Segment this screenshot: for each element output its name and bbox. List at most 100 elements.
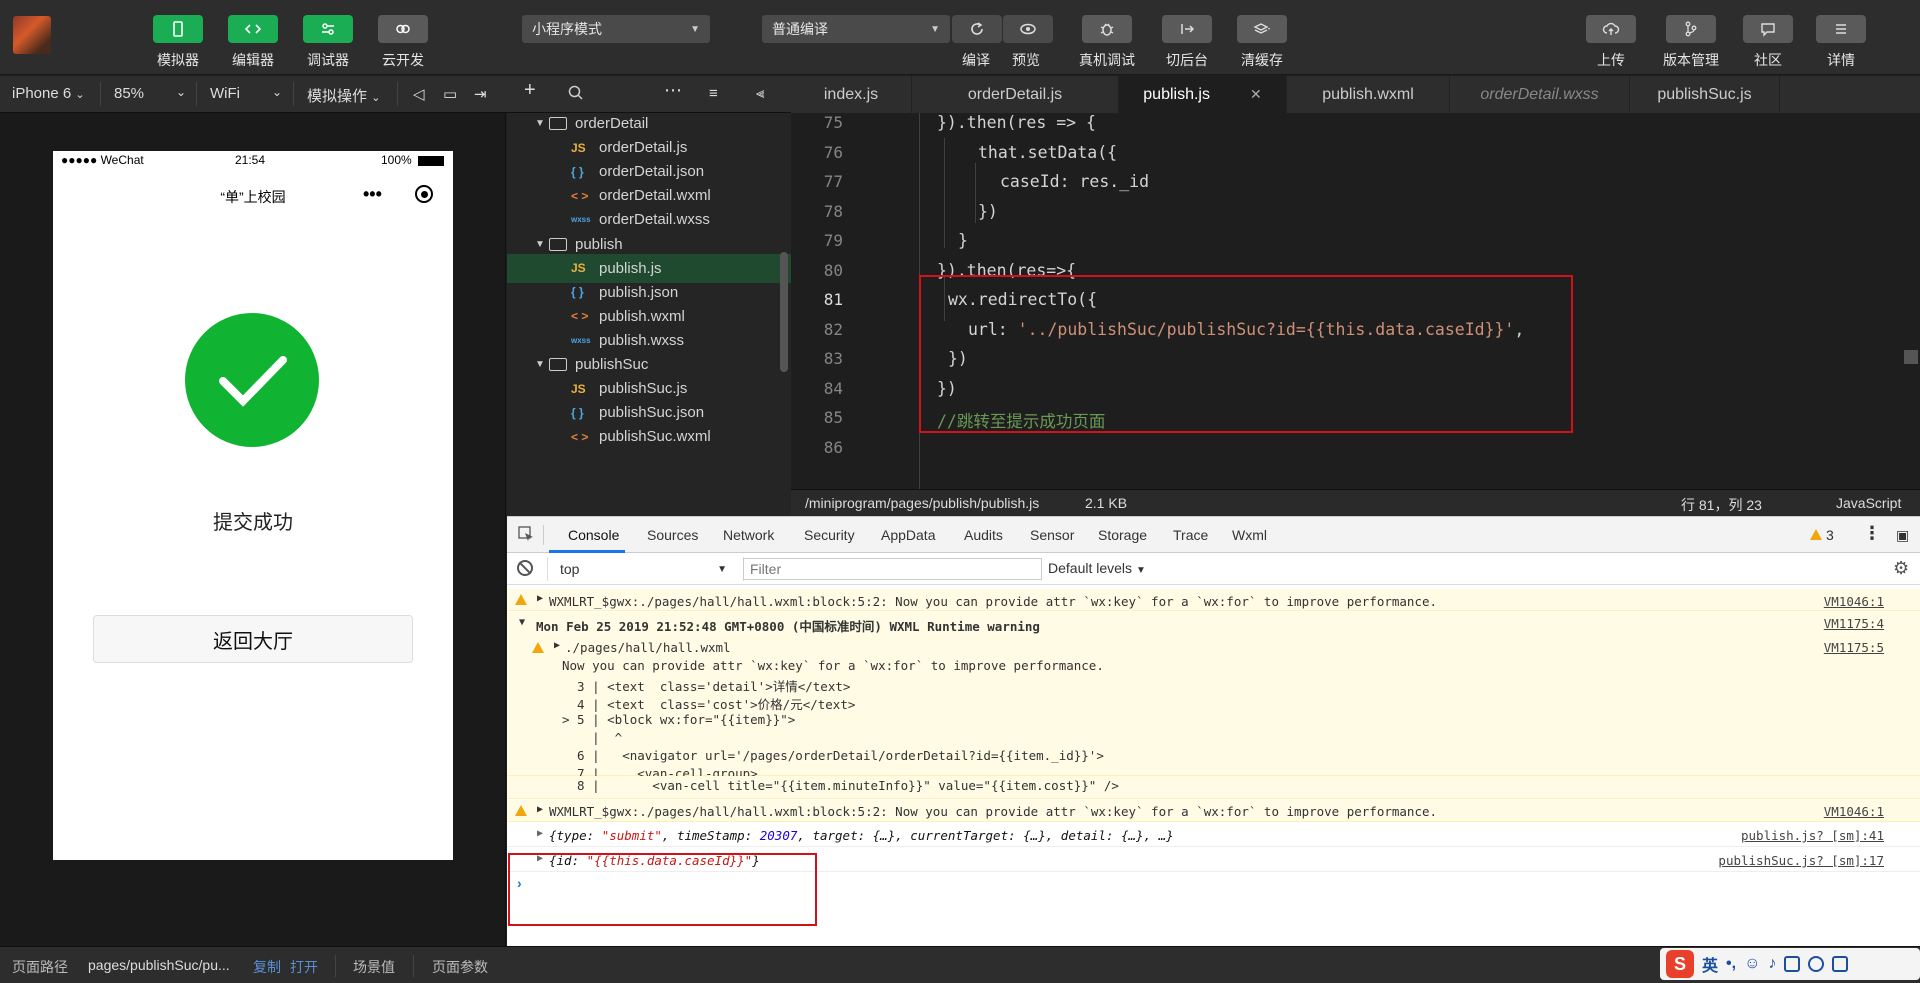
source-link[interactable]: VM1175:5: [1824, 640, 1884, 655]
background-button[interactable]: [1162, 15, 1212, 43]
rotate-icon[interactable]: ▭: [443, 85, 457, 103]
tab-publish-js[interactable]: publish.js ✕: [1119, 76, 1287, 113]
collapse-arrow-icon[interactable]: ▼: [519, 617, 525, 628]
source-link[interactable]: VM1046:1: [1824, 594, 1884, 609]
tab-orderdetail-js[interactable]: orderDetail.js: [912, 76, 1119, 113]
chevron-down-icon[interactable]: ⌄: [272, 85, 282, 99]
user-avatar[interactable]: [13, 16, 51, 54]
console-warning-row[interactable]: ▶ WXMLRT_$gwx:./pages/hall/hall.wxml:blo…: [507, 589, 1920, 611]
tab-console[interactable]: Console: [568, 527, 619, 543]
compile-mode-select[interactable]: 普通编译 ▼: [762, 15, 950, 43]
ime-toolbar[interactable]: S 英 •, ☺ ♪: [1660, 948, 1920, 980]
detach-icon[interactable]: ⇥: [474, 85, 487, 103]
clear-console-icon[interactable]: [517, 560, 533, 576]
debugger-toggle-button[interactable]: [303, 15, 353, 43]
source-link[interactable]: VM1175:4: [1824, 616, 1884, 631]
tab-appdata[interactable]: AppData: [881, 527, 935, 543]
tab-security[interactable]: Security: [804, 527, 855, 543]
microphone-icon[interactable]: ♪: [1768, 955, 1776, 973]
zoom-select[interactable]: 85%: [114, 85, 144, 102]
punctuation-icon[interactable]: •,: [1726, 955, 1736, 973]
warning-count[interactable]: 3: [1826, 527, 1834, 543]
folder-open-icon: [549, 358, 567, 371]
console-settings-icon[interactable]: ⚙: [1893, 558, 1909, 579]
code-line: }): [978, 202, 998, 221]
version-management-button[interactable]: [1666, 15, 1716, 43]
tab-publishsuc-js[interactable]: publishSuc.js: [1630, 76, 1780, 113]
simulate-operation-select[interactable]: 模拟操作 ⌄: [307, 85, 380, 106]
close-icon[interactable]: ✕: [1250, 86, 1262, 103]
chevron-down-icon[interactable]: ▼: [535, 359, 549, 370]
close-mini-program-icon[interactable]: [415, 185, 433, 203]
tab-audits[interactable]: Audits: [964, 527, 1003, 543]
tab-index-js[interactable]: index.js: [791, 76, 912, 113]
editor-toggle-button[interactable]: [228, 15, 278, 43]
clear-cache-button[interactable]: [1237, 15, 1287, 43]
chevron-down-icon[interactable]: ▼: [535, 118, 549, 129]
expand-arrow-icon[interactable]: ▶: [537, 593, 543, 604]
more-dots-icon[interactable]: •••: [363, 184, 382, 205]
collapse-tree-icon[interactable]: ≡: [709, 85, 718, 102]
log-levels-select[interactable]: Default levels ▼: [1048, 560, 1146, 576]
tab-publish-wxml[interactable]: publish.wxml: [1287, 76, 1450, 113]
source-link[interactable]: VM1046:1: [1824, 804, 1884, 819]
mode-select[interactable]: 小程序模式 ▼: [522, 15, 710, 43]
search-icon[interactable]: [568, 85, 584, 105]
console-filter-bar: top ▼ Default levels ▼ ⚙: [507, 553, 1920, 585]
tab-sources[interactable]: Sources: [647, 527, 698, 543]
context-select[interactable]: top ▼: [554, 557, 733, 581]
tab-storage[interactable]: Storage: [1098, 527, 1147, 543]
expand-arrow-icon[interactable]: ▶: [537, 804, 543, 815]
source-link[interactable]: publish.js? [sm]:41: [1741, 828, 1884, 843]
chevron-down-icon[interactable]: ⌄: [176, 85, 186, 99]
tab-wxml[interactable]: Wxml: [1232, 527, 1267, 543]
community-button[interactable]: [1743, 15, 1793, 43]
console-filter-input[interactable]: [743, 558, 1042, 580]
skin-icon[interactable]: [1808, 956, 1825, 972]
open-path-link[interactable]: 打开: [290, 957, 318, 977]
chevron-down-icon[interactable]: ▼: [535, 239, 549, 250]
emoji-icon[interactable]: ☺: [1744, 955, 1760, 973]
real-device-debug-button[interactable]: [1082, 15, 1132, 43]
more-vertical-icon[interactable]: ⋮: [1863, 523, 1881, 544]
tab-trace[interactable]: Trace: [1173, 527, 1208, 543]
inspect-icon[interactable]: [517, 525, 535, 546]
page-params-button[interactable]: 页面参数: [432, 957, 488, 977]
expand-arrow-icon[interactable]: ▶: [554, 640, 560, 651]
simulator-toggle-button[interactable]: [153, 15, 203, 43]
device-select[interactable]: iPhone 6 ⌄: [12, 85, 85, 102]
preview-button[interactable]: [1003, 15, 1053, 43]
ime-language[interactable]: 英: [1702, 952, 1718, 976]
source-link[interactable]: publishSuc.js? [sm]:17: [1718, 853, 1884, 868]
capsule-menu[interactable]: •••: [363, 181, 433, 207]
settings-grid-icon[interactable]: [1832, 956, 1849, 972]
tab-orderdetail-wxss[interactable]: orderDetail.wxss: [1450, 76, 1630, 113]
network-select[interactable]: WiFi: [210, 85, 240, 102]
console-log-row[interactable]: ▶ {type: "submit", timeStamp: 20307, tar…: [507, 823, 1920, 847]
console-message: WXMLRT_$gwx:./pages/hall/hall.wxml:block…: [549, 594, 1438, 609]
upload-button[interactable]: [1586, 15, 1636, 43]
tab-network[interactable]: Network: [723, 527, 774, 543]
split-view-icon[interactable]: ⫷: [756, 85, 764, 102]
scene-value-button[interactable]: 场景值: [353, 957, 395, 977]
tree-file[interactable]: < > publishSuc.wxml: [507, 422, 791, 451]
add-file-icon[interactable]: +: [524, 79, 536, 102]
file-tree-scrollbar[interactable]: [780, 252, 788, 372]
expand-arrow-icon[interactable]: ▶: [537, 828, 543, 839]
keyboard-icon[interactable]: [1784, 956, 1801, 972]
more-icon[interactable]: ⋯: [664, 80, 682, 101]
details-button[interactable]: [1816, 15, 1866, 43]
copy-path-link[interactable]: 复制: [253, 957, 281, 977]
compile-button[interactable]: [952, 15, 1002, 43]
line-number: 79: [823, 231, 843, 250]
console-warning-row[interactable]: ▶ WXMLRT_$gwx:./pages/hall/hall.wxml:blo…: [507, 800, 1920, 822]
dock-icon[interactable]: ▣: [1896, 527, 1909, 544]
language-mode[interactable]: JavaScript: [1836, 495, 1901, 511]
cloud-dev-button[interactable]: [378, 15, 428, 43]
obj-text: {type:: [549, 828, 602, 843]
tab-sensor[interactable]: Sensor: [1030, 527, 1074, 543]
switch-icon: [1181, 24, 1195, 34]
cursor-position[interactable]: 行 81，列 23: [1681, 495, 1762, 515]
back-to-hall-button[interactable]: 返回大厅: [93, 615, 413, 663]
volume-icon[interactable]: ◁: [413, 85, 425, 103]
